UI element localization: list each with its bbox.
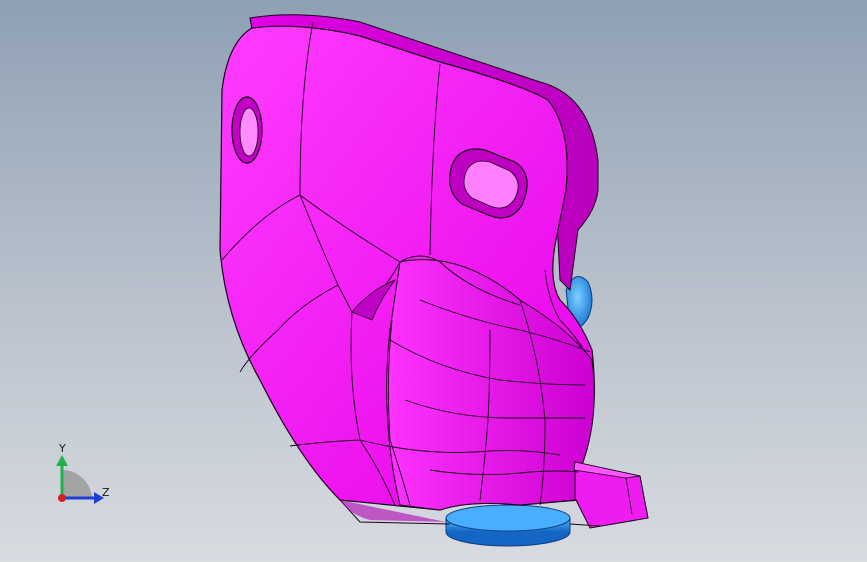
- view-orientation-triad-icon[interactable]: [56, 455, 104, 504]
- triad-y-label: Y: [59, 442, 66, 455]
- bottom-washer-hardware[interactable]: [445, 504, 571, 547]
- triad-z-label: Z: [102, 486, 110, 499]
- graphics-viewport[interactable]: Y Z: [0, 0, 867, 562]
- x-axis-dot: [58, 494, 66, 502]
- bracket-part[interactable]: [219, 14, 649, 529]
- left-mounting-hole: [231, 96, 263, 164]
- cad-model-view[interactable]: [0, 0, 867, 562]
